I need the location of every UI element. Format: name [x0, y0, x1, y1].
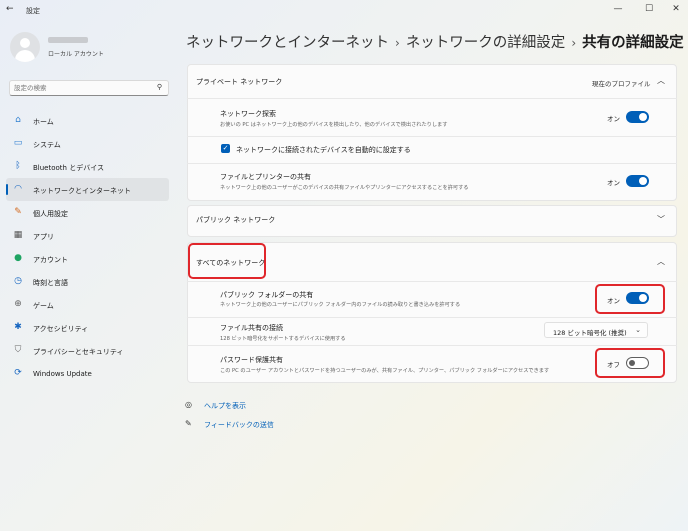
- auto-setup-checkbox[interactable]: ✓: [221, 144, 230, 153]
- close-icon[interactable]: ✕: [664, 2, 688, 16]
- sidebar-item-accessibility[interactable]: ✱ アクセシビリティ: [6, 316, 169, 339]
- brush-icon: ✎: [14, 207, 22, 217]
- breadcrumb-network[interactable]: ネットワークとインターネット: [186, 35, 389, 51]
- help-link[interactable]: ヘルプを表示: [204, 401, 246, 411]
- search-icon[interactable]: ⚲: [157, 83, 162, 91]
- divider: [187, 163, 677, 164]
- active-indicator: [6, 184, 8, 195]
- sidebar-item-network[interactable]: ◠ ネットワークとインターネット: [6, 178, 169, 201]
- file-sharing-connections-desc: 128 ビット暗号化をサポートするデバイスに使用する: [220, 336, 346, 342]
- file-printer-sharing-toggle[interactable]: [626, 175, 649, 187]
- update-icon: ⟳: [14, 368, 22, 378]
- divider: [187, 317, 677, 318]
- sidebar-item-personalization[interactable]: ✎ 個人用設定: [6, 201, 169, 224]
- encryption-dropdown[interactable]: 128 ビット暗号化 (推奨) ⌄: [544, 322, 648, 338]
- divider: [187, 281, 677, 282]
- feedback-link[interactable]: フィードバックの送信: [204, 420, 274, 430]
- sidebar-item-accounts[interactable]: ● アカウント: [6, 247, 169, 270]
- public-folder-sharing-toggle[interactable]: [626, 292, 649, 304]
- search-input[interactable]: [14, 83, 144, 93]
- user-profile[interactable]: ローカル アカウント: [10, 32, 170, 62]
- password-protected-sharing-desc: この PC のユーザー アカウントとパスワードを持つユーザーのみが、共有ファイル…: [220, 368, 550, 374]
- apps-icon: ▦: [13, 230, 23, 240]
- globe-clock-icon: ◷: [14, 276, 22, 286]
- public-folder-sharing-title: パブリック フォルダーの共有: [220, 291, 314, 299]
- chevron-up-icon[interactable]: ︿: [657, 256, 665, 267]
- public-network-header[interactable]: パブリック ネットワーク: [196, 215, 275, 225]
- sidebar-item-windows-update[interactable]: ⟳ Windows Update: [6, 362, 169, 385]
- network-discovery-title: ネットワーク探索: [220, 110, 276, 118]
- avatar: [10, 32, 40, 62]
- all-networks-header[interactable]: すべてのネットワーク: [196, 258, 265, 268]
- chevron-down-icon: ⌄: [635, 326, 641, 334]
- password-protected-sharing-toggle[interactable]: [626, 357, 649, 369]
- file-printer-sharing-state: オン: [607, 179, 620, 187]
- file-printer-sharing-title: ファイルとプリンターの共有: [220, 173, 311, 181]
- account-type: ローカル アカウント: [48, 51, 104, 58]
- password-protected-sharing-state: オフ: [607, 361, 620, 369]
- sidebar-item-bluetooth[interactable]: ᛒ Bluetooth とデバイス: [6, 155, 169, 178]
- title-bar: ← 設定 — ☐ ✕: [0, 0, 688, 20]
- sidebar-item-privacy[interactable]: ⛉ プライバシーとセキュリティ: [6, 339, 169, 362]
- home-icon: ⌂: [15, 115, 21, 125]
- current-profile-label: 現在のプロファイル: [592, 80, 651, 88]
- private-network-header[interactable]: プライベート ネットワーク: [196, 77, 282, 87]
- chevron-down-icon[interactable]: ﹀: [657, 214, 665, 225]
- help-icon[interactable]: ◎: [185, 400, 192, 409]
- password-protected-sharing-title: パスワード保護共有: [220, 356, 283, 364]
- bluetooth-icon: ᛒ: [15, 161, 21, 171]
- user-name-redacted: [48, 37, 88, 43]
- divider: [187, 345, 677, 346]
- wifi-icon: ◠: [14, 184, 22, 194]
- file-printer-sharing-desc: ネットワーク上の他のユーザーがこのデバイスの共有ファイルやプリンターにアクセスす…: [220, 185, 469, 191]
- sidebar-nav: ⌂ ホーム ▭ システム ᛒ Bluetooth とデバイス ◠ ネットワークと…: [6, 109, 169, 385]
- maximize-icon[interactable]: ☐: [637, 2, 661, 16]
- feedback-icon[interactable]: ✎: [185, 419, 192, 428]
- sidebar-item-gaming[interactable]: ⊕ ゲーム: [6, 293, 169, 316]
- settings-search[interactable]: ⚲: [9, 80, 169, 96]
- public-folder-sharing-state: オン: [607, 297, 620, 305]
- network-discovery-toggle[interactable]: [626, 111, 649, 123]
- file-sharing-connections-title: ファイル共有の接続: [220, 324, 283, 332]
- encryption-value: 128 ビット暗号化 (推奨): [553, 329, 627, 337]
- network-discovery-state: オン: [607, 115, 620, 123]
- sidebar-item-apps[interactable]: ▦ アプリ: [6, 224, 169, 247]
- network-discovery-desc: お使いの PC はネットワーク上の他のデバイスを検出したり、他のデバイスで検出さ…: [220, 122, 448, 128]
- breadcrumb: ネットワークとインターネット › ネットワークの詳細設定 › 共有の詳細設定: [186, 31, 684, 52]
- sidebar-item-home[interactable]: ⌂ ホーム: [6, 109, 169, 132]
- accessibility-icon: ✱: [14, 322, 22, 332]
- public-folder-sharing-desc: ネットワーク上の他のユーザーにパブリック フォルダー内のファイルの読み取りと書き…: [220, 302, 461, 308]
- window-title: 設定: [26, 7, 40, 15]
- auto-setup-label: ネットワークに接続されたデバイスを自動的に設定する: [236, 146, 411, 154]
- divider: [187, 136, 677, 137]
- breadcrumb-separator: ›: [571, 36, 577, 50]
- shield-icon: ⛉: [14, 345, 22, 355]
- sidebar-item-system[interactable]: ▭ システム: [6, 132, 169, 155]
- breadcrumb-advanced[interactable]: ネットワークの詳細設定: [406, 35, 566, 51]
- back-arrow-icon[interactable]: ←: [6, 4, 14, 14]
- page-title: 共有の詳細設定: [582, 35, 684, 51]
- breadcrumb-separator: ›: [395, 36, 400, 50]
- system-icon: ▭: [13, 138, 23, 148]
- divider: [187, 98, 677, 99]
- minimize-icon[interactable]: —: [606, 2, 630, 16]
- account-icon: ●: [14, 253, 22, 263]
- gamepad-icon: ⊕: [14, 299, 22, 309]
- sidebar-item-time-language[interactable]: ◷ 時刻と言語: [6, 270, 169, 293]
- chevron-up-icon[interactable]: ︿: [657, 75, 665, 86]
